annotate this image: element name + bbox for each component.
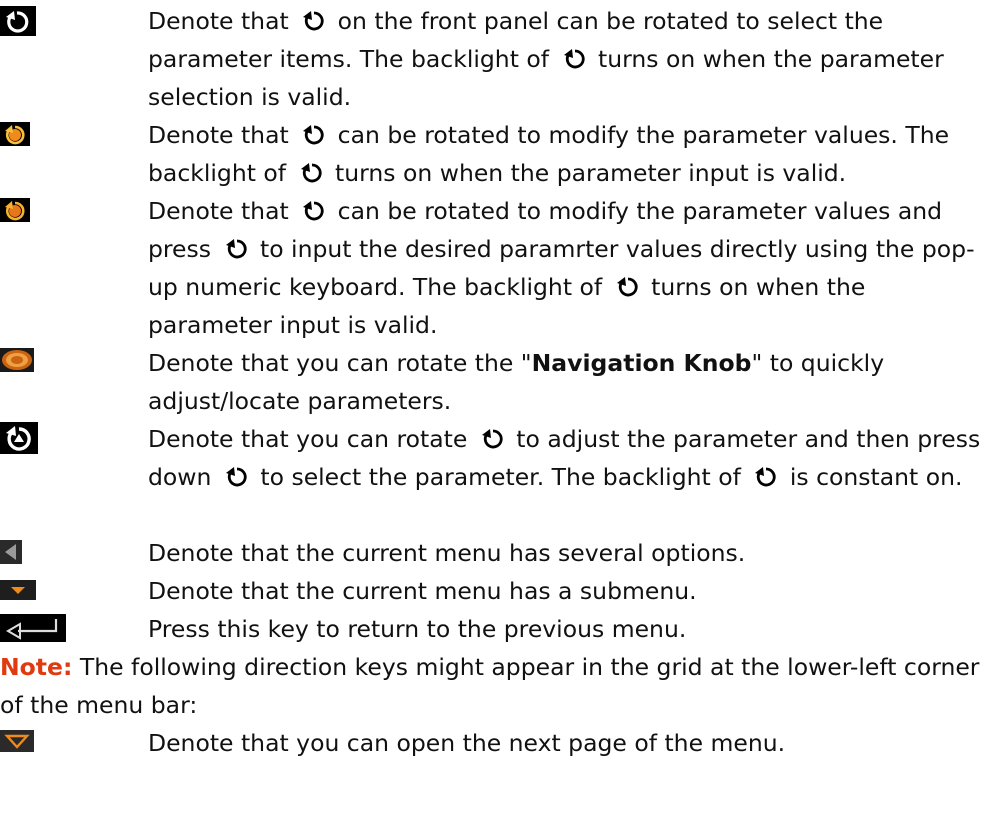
knob-symbol-icon [303, 125, 324, 145]
knob-symbol-icon [303, 201, 324, 221]
legend-description: Denote that can be rotated to modify the… [148, 116, 993, 192]
navigation-knob-label: Navigation Knob [531, 349, 752, 377]
knob-symbol-icon [225, 239, 247, 259]
menu-options-icon [0, 540, 22, 564]
description-text: Press this key to return to the previous… [148, 615, 687, 643]
knob-symbol-icon [755, 467, 776, 487]
legend-description: Denote that on the front panel can be ro… [148, 2, 993, 116]
description-text: to select the parameter. The backlight o… [260, 463, 741, 491]
description-text: turns on when the parameter input is val… [335, 159, 847, 187]
legend-description: Denote that you can open the next page o… [148, 724, 993, 762]
description-text: Denote that the current menu has several… [148, 539, 746, 567]
description-text: Denote that you can rotate the " [148, 349, 532, 377]
submenu-icon [0, 580, 36, 600]
next-page-icon [0, 730, 34, 752]
knob-symbol-icon [303, 11, 324, 31]
knob-symbol-icon [481, 429, 503, 449]
legend-description: Denote that can be rotated to modify the… [148, 192, 993, 344]
legend-description: Denote that you can rotate to adjust the… [148, 420, 993, 496]
navigation-knob-icon [0, 348, 34, 372]
knob-modify-icon [0, 122, 30, 146]
legend-description: Denote that the current menu has several… [148, 534, 993, 572]
knob-symbol-icon [225, 467, 247, 487]
knob-modify-keypad-icon [0, 198, 30, 222]
description-text: Denote that [148, 7, 289, 35]
description-text: Denote that you can open the next page o… [148, 729, 786, 757]
description-text: Denote that [148, 197, 289, 225]
note-paragraph: Note: The following direction keys might… [0, 648, 995, 724]
description-text: Denote that the current menu has a subme… [148, 577, 697, 605]
knob-symbol-icon [616, 277, 638, 297]
description-text: is constant on. [789, 463, 963, 491]
return-key-icon [0, 614, 66, 642]
legend-description: Denote that the current menu has a subme… [148, 572, 993, 610]
knob-select-icon [0, 6, 36, 36]
legend-description: Denote that you can rotate the "Navigati… [148, 344, 993, 420]
note-label: Note: [0, 653, 73, 681]
description-text: Denote that [148, 121, 289, 149]
description-text: Denote that you can rotate [148, 425, 468, 453]
note-text: The following direction keys might appea… [0, 653, 980, 719]
knob-symbol-icon [300, 163, 322, 183]
knob-symbol-icon [563, 49, 585, 69]
knob-adjust-press-icon [0, 422, 38, 454]
legend-description: Press this key to return to the previous… [148, 610, 993, 648]
